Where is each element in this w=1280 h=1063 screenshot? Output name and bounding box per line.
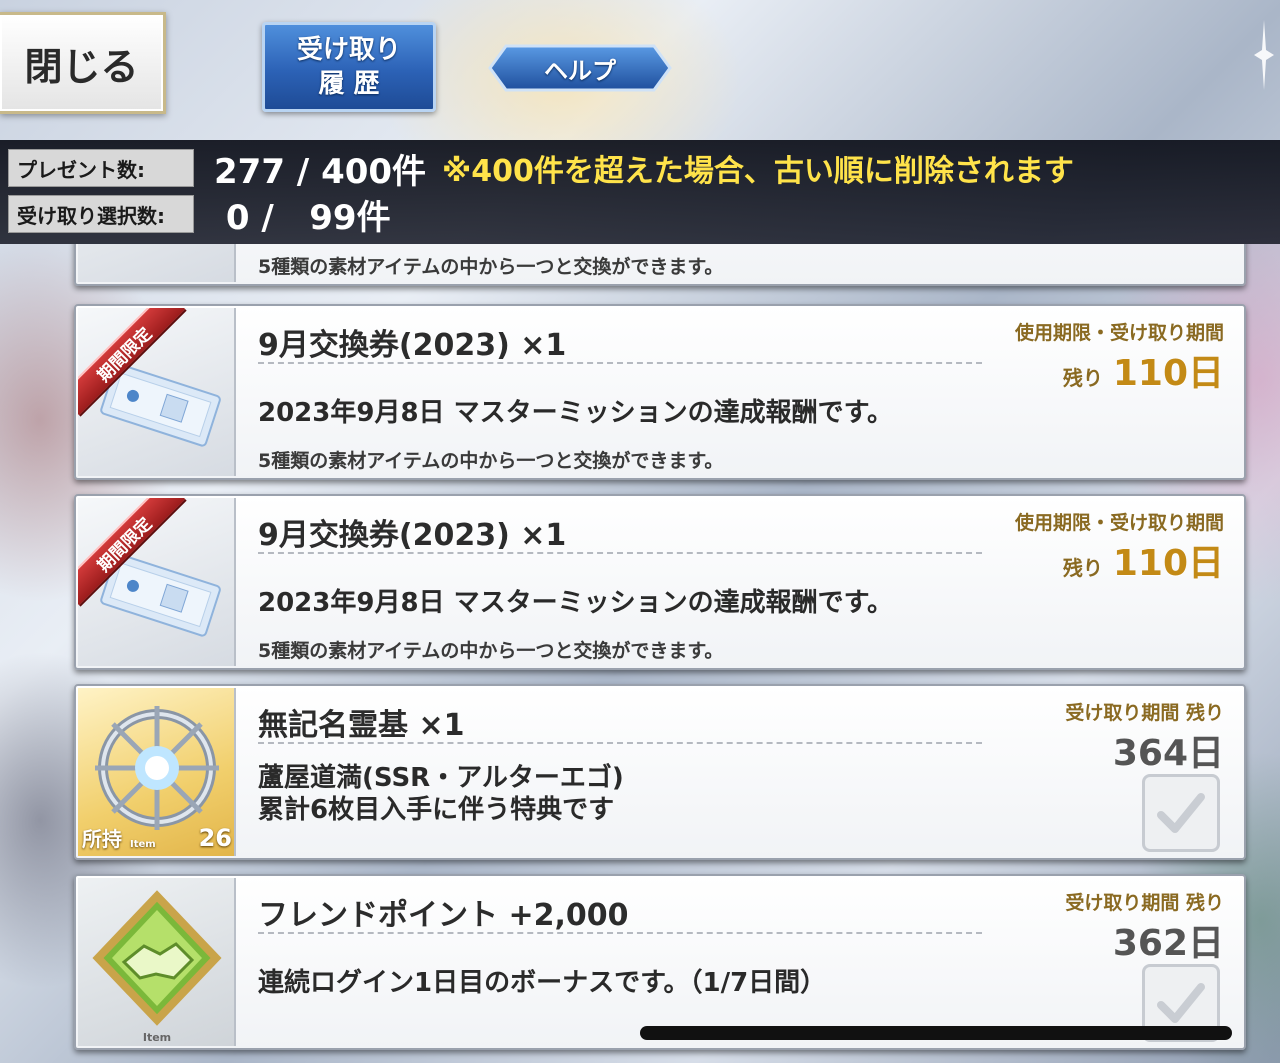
item-title: 無記名霊基 ×1 xyxy=(258,708,465,743)
select-checkbox[interactable] xyxy=(1142,774,1220,852)
present-item[interactable]: Item フレンドポイント +2,000 受け取り期間 残り 362日 連続ログ… xyxy=(74,874,1246,1050)
title-divider xyxy=(258,362,982,364)
handshake-icon xyxy=(92,890,222,1026)
help-button[interactable]: ヘルプ xyxy=(488,44,672,92)
checkmark-icon xyxy=(1157,793,1205,833)
period-label: 受け取り期間 残り xyxy=(1065,702,1224,724)
owned-count-bar: 所持 Item 26 xyxy=(82,823,232,852)
item-description-sub: 5種類の素材アイテムの中から一つと交換ができます。 xyxy=(258,450,724,472)
item-description: 連続ログイン1日目のボーナスです。（1/7日間） xyxy=(258,968,827,998)
item-tag: Item xyxy=(142,1031,172,1044)
checkmark-icon xyxy=(1157,983,1205,1023)
selected-count-row: 受け取り選択数: 0 / 99件 xyxy=(8,192,391,238)
help-label: ヘルプ xyxy=(544,56,616,85)
item-thumbnail: 所持 Item 26 xyxy=(78,688,236,856)
item-title: 9月交換券(2023) ×1 xyxy=(258,518,567,553)
selected-count-value: 0 / 99件 xyxy=(214,197,391,238)
present-list[interactable]: 5種類の素材アイテムの中から一つと交換ができます。 期間限定 9月交換券(202… xyxy=(0,244,1280,1063)
receive-history-button[interactable]: 受け取り 履 歴 xyxy=(262,22,436,112)
remaining-days: 110日 xyxy=(1112,543,1224,584)
remaining-days: 362日 xyxy=(1112,923,1224,964)
remaining-time: 362日 xyxy=(1113,914,1224,966)
item-thumbnail xyxy=(78,244,236,282)
home-indicator-bar[interactable] xyxy=(640,1026,1232,1040)
history-label-line2: 履 歴 xyxy=(318,69,380,99)
present-info-bar: プレゼント数: 277 / 400件 ※400件を超えた場合、古い順に削除されま… xyxy=(0,140,1280,244)
period-label: 受け取り期間 残り xyxy=(1065,892,1224,914)
item-tag: Item xyxy=(130,839,156,850)
period-label: 使用期限・受け取り期間 xyxy=(1014,512,1224,534)
present-item[interactable]: 期間限定 9月交換券(2023) ×1 使用期限・受け取り期間 残り 110日 … xyxy=(74,494,1246,670)
selected-count-label: 受け取り選択数: xyxy=(8,195,194,233)
present-count-value: 277 / 400件 xyxy=(214,151,427,192)
remaining-time: 364日 xyxy=(1113,724,1224,776)
item-description-line2: 累計6枚目入手に伴う特典です xyxy=(258,795,615,825)
item-title: 9月交換券(2023) ×1 xyxy=(258,328,567,363)
title-divider xyxy=(258,742,982,744)
remaining-label: 残り xyxy=(1062,366,1103,390)
present-item[interactable]: 所持 Item 26 無記名霊基 ×1 受け取り期間 残り 364日 蘆屋道満(… xyxy=(74,684,1246,860)
item-description-line1: 蘆屋道満(SSR・アルターエゴ) xyxy=(258,763,624,793)
history-label-line1: 受け取り xyxy=(296,35,401,65)
item-thumbnail: 期間限定 xyxy=(78,308,236,476)
item-description: 2023年9月8日 マスターミッションの達成報酬です。 xyxy=(258,588,893,618)
item-thumbnail: 期間限定 xyxy=(78,498,236,666)
remaining-time: 残り 110日 xyxy=(1063,344,1224,396)
title-divider xyxy=(258,552,982,554)
item-thumbnail: Item xyxy=(78,878,236,1046)
title-divider xyxy=(258,932,982,934)
present-count-label: プレゼント数: xyxy=(8,149,194,187)
item-description: 蘆屋道満(SSR・アルターエゴ) 累計6枚目入手に伴う特典です xyxy=(258,762,624,826)
item-description-sub: 5種類の素材アイテムの中から一つと交換ができます。 xyxy=(258,640,724,662)
remaining-label: 残り xyxy=(1062,556,1103,580)
deletion-notice: ※400件を超えた場合、古い順に削除されます xyxy=(442,154,1074,189)
remaining-time: 残り 110日 xyxy=(1063,534,1224,586)
owned-count: 26 xyxy=(198,824,232,852)
close-button[interactable]: 閉じる xyxy=(0,12,166,114)
owned-label: 所持 xyxy=(82,827,122,851)
item-title: フレンドポイント +2,000 xyxy=(258,898,629,933)
present-item[interactable]: 期間限定 9月交換券(2023) ×1 使用期限・受け取り期間 残り 110日 … xyxy=(74,304,1246,480)
period-label: 使用期限・受け取り期間 xyxy=(1014,322,1224,344)
remaining-days: 364日 xyxy=(1112,733,1224,774)
sparkle-icon xyxy=(1254,20,1274,90)
present-count-row: プレゼント数: 277 / 400件 ※400件を超えた場合、古い順に削除されま… xyxy=(8,146,1074,192)
item-description: 2023年9月8日 マスターミッションの達成報酬です。 xyxy=(258,398,893,428)
item-description-sub: 5種類の素材アイテムの中から一つと交換ができます。 xyxy=(258,256,724,278)
remaining-days: 110日 xyxy=(1112,353,1224,394)
present-item[interactable]: 5種類の素材アイテムの中から一つと交換ができます。 xyxy=(74,244,1246,286)
